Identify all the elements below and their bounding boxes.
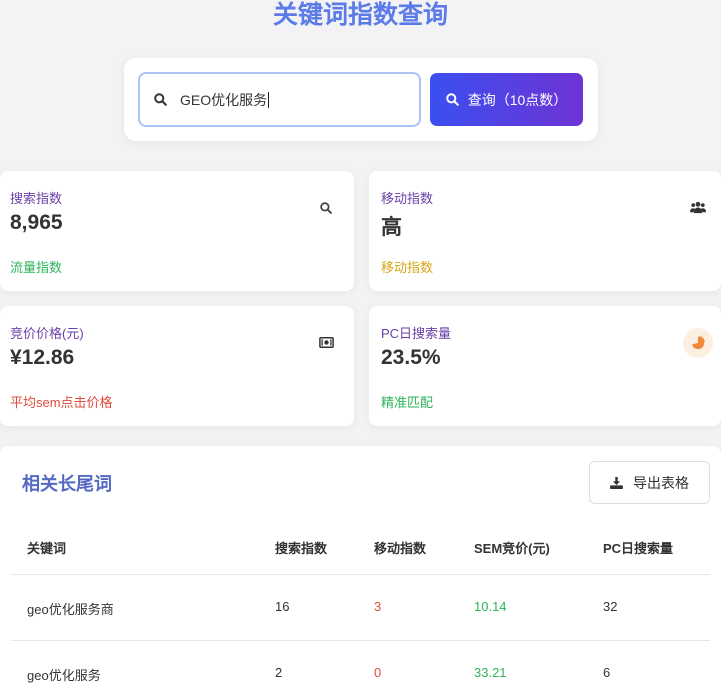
stat-value: ¥12.86 [10, 346, 75, 369]
stat-label: 搜索指数 [10, 191, 63, 206]
table-row-divider [11, 640, 710, 641]
stat-card-pc-daily-search: PC日搜索量 23.5% 精准匹配 [369, 306, 721, 426]
section-title: 相关长尾词 [22, 474, 112, 494]
download-icon [610, 476, 623, 489]
stat-sub: 精准匹配 [381, 395, 434, 410]
column-header-pc-daily-search[interactable]: PC日搜索量 [603, 538, 673, 557]
cell-search-index: 16 [275, 599, 290, 614]
stat-label: 移动指数 [381, 191, 434, 206]
export-button-label: 导出表格 [633, 474, 689, 491]
search-button[interactable]: 查询（10点数） [430, 73, 583, 126]
stat-label: 竞价价格(元) [10, 326, 84, 341]
search-icon [154, 93, 167, 106]
search-input-value: GEO优化服务 [180, 91, 268, 108]
cell-search-index: 2 [275, 665, 283, 680]
search-button-icon [445, 93, 459, 106]
stat-value: 高 [381, 216, 402, 239]
cell-mobile-index: 0 [374, 665, 382, 680]
search-card: GEO优化服务 查询（10点数） [124, 58, 598, 141]
cell-sem-price: 10.14 [474, 599, 507, 614]
pie-chart-icon [683, 328, 713, 358]
column-header-search-index[interactable]: 搜索指数 [275, 538, 327, 557]
stat-value: 23.5% [381, 346, 441, 369]
users-icon [689, 199, 707, 215]
search-button-label: 查询（10点数） [467, 91, 568, 108]
text-caret [268, 91, 270, 108]
export-table-button[interactable]: 导出表格 [589, 461, 710, 504]
stat-sub: 流量指数 [10, 260, 63, 275]
stat-card-search-index: 搜索指数 8,965 流量指数 [0, 171, 354, 291]
column-header-keyword[interactable]: 关键词 [27, 538, 66, 557]
search-icon [319, 201, 333, 215]
stat-sub: 移动指数 [381, 260, 434, 275]
cell-keyword[interactable]: geo优化服务商 [27, 599, 114, 618]
cell-sem-price: 33.21 [474, 665, 507, 680]
cell-pc-daily-search: 6 [603, 665, 611, 680]
search-input[interactable]: GEO优化服务 [138, 72, 421, 127]
stat-value: 8,965 [10, 211, 63, 234]
stat-sub: 平均sem点击价格 [10, 395, 113, 410]
stat-label: PC日搜索量 [381, 326, 452, 341]
cell-keyword[interactable]: geo优化服务 [27, 665, 101, 684]
table-header-divider [11, 574, 710, 575]
page-title: 关键词指数查询 [272, 1, 448, 29]
stat-card-mobile-index: 移动指数 高 移动指数 [369, 171, 721, 291]
stat-card-bid-price: 竞价价格(元) ¥12.86 平均sem点击价格 [0, 306, 354, 426]
cell-pc-daily-search: 32 [603, 599, 618, 614]
column-header-sem-price[interactable]: SEM竞价(元) [474, 538, 550, 557]
column-header-mobile-index[interactable]: 移动指数 [374, 538, 426, 557]
long-tail-keywords-card: 相关长尾词 导出表格 关键词 搜索指数 移动指数 SEM竞价(元) PC日搜索量… [0, 446, 721, 689]
money-icon [318, 336, 334, 348]
cell-mobile-index: 3 [374, 599, 382, 614]
